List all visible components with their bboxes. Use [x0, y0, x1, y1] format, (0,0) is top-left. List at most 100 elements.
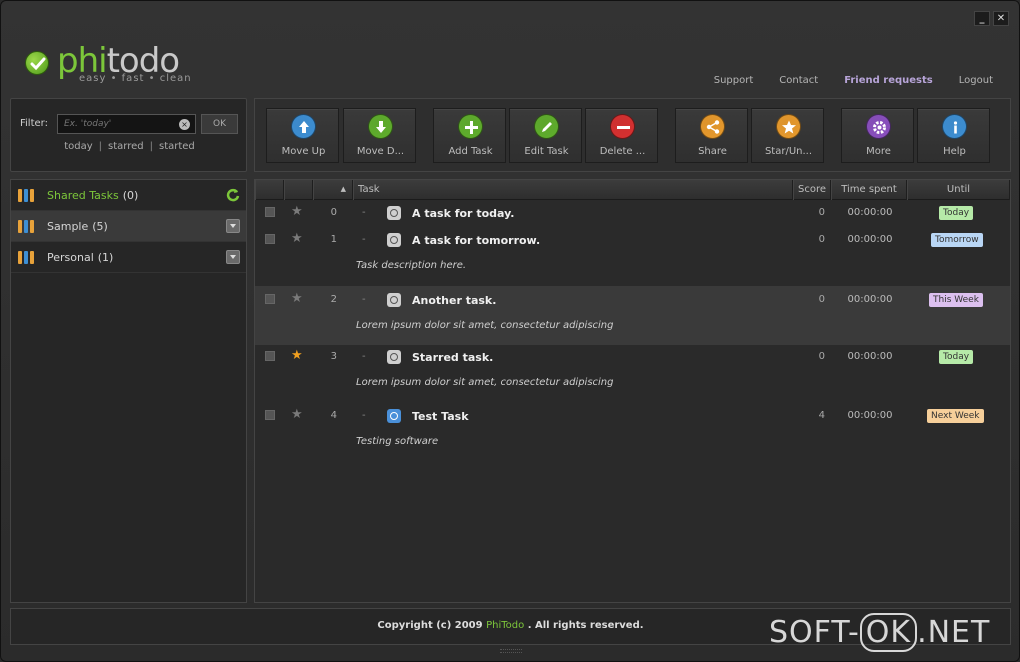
quick-filter-starred[interactable]: starred	[108, 141, 144, 152]
clock-icon[interactable]	[387, 350, 401, 364]
sidebar-item-shared-tasks[interactable]: Shared Tasks (0)	[11, 180, 246, 211]
task-checkbox[interactable]	[265, 234, 275, 244]
col-score-header[interactable]: Score	[793, 180, 831, 200]
plus-icon	[458, 114, 483, 139]
logout-link[interactable]: Logout	[959, 75, 993, 86]
sidebar-item-personal[interactable]: Personal (1)	[11, 242, 246, 273]
more-button[interactable]: More	[841, 108, 914, 163]
toolbar-button-label: Delete ...	[599, 146, 646, 157]
clock-icon[interactable]	[387, 409, 401, 423]
delete-button[interactable]: Delete ...	[585, 108, 658, 163]
share-button[interactable]: Share	[675, 108, 748, 163]
filter-ok-button[interactable]: OK	[201, 114, 238, 134]
task-title[interactable]: A task for today.	[412, 207, 514, 220]
footer-brand-link[interactable]: PhiTodo	[486, 620, 524, 631]
task-time-spent: 00:00:00	[847, 207, 893, 218]
task-title[interactable]: Test Task	[412, 410, 469, 423]
edit-task-button[interactable]: Edit Task	[509, 108, 582, 163]
task-panel: ▲ Task Score Time spent Until ★ 0 - A task …	[254, 179, 1011, 603]
task-time-spent: 00:00:00	[847, 294, 893, 305]
until-badge[interactable]: This Week	[929, 293, 983, 307]
close-button[interactable]: ✕	[993, 11, 1009, 26]
task-dash: -	[362, 234, 366, 245]
list-icon	[18, 189, 35, 202]
info-icon	[942, 114, 967, 139]
until-badge[interactable]: Next Week	[927, 409, 984, 423]
task-description: Testing software	[356, 436, 439, 447]
quick-filter-today[interactable]: today	[64, 141, 92, 152]
task-description: Lorem ipsum dolor sit amet, consectetur …	[356, 320, 614, 331]
sidebar-item-sample[interactable]: Sample (5)	[11, 211, 246, 242]
star-un-button[interactable]: Star/Un...	[751, 108, 824, 163]
star-icon[interactable]: ★	[291, 232, 303, 245]
toolbar-button-label: Help	[943, 146, 966, 157]
task-row[interactable]: ★ 4 - Test Task Testing software 4 00:00:00 Nex…	[255, 404, 1010, 454]
task-checkbox[interactable]	[265, 410, 275, 420]
col-until-header[interactable]: Until	[907, 180, 1010, 200]
task-title[interactable]: Another task.	[412, 294, 496, 307]
task-row[interactable]: ★ 0 - A task for today. 0 00:00:00 Today	[255, 202, 1010, 228]
task-index: 4	[330, 410, 337, 421]
move-d-button[interactable]: Move D...	[343, 108, 416, 163]
until-badge[interactable]: Today	[939, 206, 974, 220]
filter-input[interactable]	[57, 114, 196, 134]
task-row[interactable]: ★ 1 - A task for tomorrow. Task description …	[255, 228, 1010, 286]
task-title[interactable]: Starred task.	[412, 351, 493, 364]
refresh-icon[interactable]	[226, 188, 240, 202]
list-count: (5)	[92, 220, 108, 233]
star-icon[interactable]: ★	[291, 408, 303, 421]
add-task-button[interactable]: Add Task	[433, 108, 506, 163]
star-icon[interactable]: ★	[291, 292, 303, 305]
support-link[interactable]: Support	[714, 75, 754, 86]
col-task-header[interactable]: Task	[353, 180, 793, 200]
clear-icon[interactable]: ×	[179, 119, 190, 130]
task-table-header: ▲ Task Score Time spent Until	[255, 180, 1010, 200]
until-badge[interactable]: Today	[939, 350, 974, 364]
menu-icon[interactable]	[226, 219, 240, 233]
filter-panel: Filter: × OK today|starred|started	[10, 98, 247, 172]
watermark: SOFT- OK .NET	[769, 613, 990, 652]
watermark-ok: OK	[859, 613, 918, 652]
toolbar-button-label: More	[866, 146, 891, 157]
toolbar-button-label: Add Task	[448, 146, 493, 157]
task-row[interactable]: ★ 3 - Starred task. Lorem ipsum dolor sit am…	[255, 345, 1010, 404]
col-star-header[interactable]	[284, 180, 313, 200]
task-row[interactable]: ★ 2 - Another task. Lorem ipsum dolor sit am…	[255, 286, 1010, 345]
clock-icon[interactable]	[387, 206, 401, 220]
star-icon[interactable]: ★	[291, 205, 303, 218]
task-description: Lorem ipsum dolor sit amet, consectetur …	[356, 377, 614, 388]
col-checkbox-header[interactable]	[255, 180, 284, 200]
task-title[interactable]: A task for tomorrow.	[412, 234, 540, 247]
task-index: 3	[330, 351, 337, 362]
quick-filter-started[interactable]: started	[159, 141, 195, 152]
move-up-button[interactable]: Move Up	[266, 108, 339, 163]
toolbar-button-label: Share	[698, 146, 727, 157]
list-name: Shared Tasks	[47, 189, 119, 202]
arrow-up-icon	[291, 114, 316, 139]
toolbar-button-label: Edit Task	[524, 146, 569, 157]
menu-icon[interactable]	[226, 250, 240, 264]
friend-requests-link[interactable]: Friend requests	[844, 75, 933, 86]
help-button[interactable]: Help	[917, 108, 990, 163]
until-badge[interactable]: Tomorrow	[931, 233, 983, 247]
col-time-header[interactable]: Time spent	[831, 180, 907, 200]
task-checkbox[interactable]	[265, 351, 275, 361]
watermark-left: SOFT-	[769, 615, 860, 650]
quick-filters: today | starred | started	[64, 141, 195, 152]
col-index-header[interactable]: ▲	[313, 180, 353, 200]
task-dash: -	[362, 351, 366, 362]
task-score: 4	[818, 410, 825, 421]
sidebar-item-label: Sample (5)	[47, 220, 108, 233]
task-checkbox[interactable]	[265, 207, 275, 217]
star-icon[interactable]: ★	[291, 349, 303, 362]
task-checkbox[interactable]	[265, 294, 275, 304]
list-count: (0)	[122, 189, 139, 202]
minimize-button[interactable]: _	[974, 11, 990, 26]
clock-icon[interactable]	[387, 293, 401, 307]
clock-icon[interactable]	[387, 233, 401, 247]
list-name: Personal	[47, 251, 94, 264]
contact-link[interactable]: Contact	[779, 75, 818, 86]
toolbar-button-label: Move D...	[356, 146, 405, 157]
task-lists-sidebar: Shared Tasks (0) Sample (5) Personal (1)	[10, 179, 247, 603]
resize-grip[interactable]	[500, 649, 522, 653]
